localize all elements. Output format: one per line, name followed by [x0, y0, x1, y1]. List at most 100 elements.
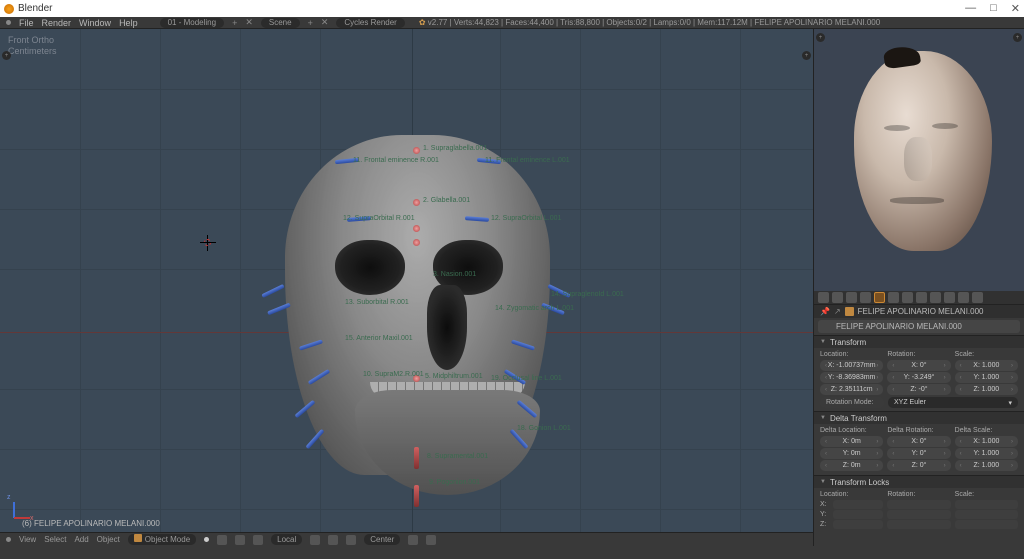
mode-selector[interactable]: Object Mode: [128, 534, 196, 545]
landmark-dot[interactable]: [413, 225, 420, 232]
view-projection-label: Front Ortho: [8, 35, 57, 46]
lock-rot-x[interactable]: [887, 500, 950, 509]
lock-loc-x[interactable]: [833, 500, 883, 509]
panel-locks-body: Location: Rotation: Scale: X: Y: Z:: [814, 488, 1024, 533]
snap-target-selector[interactable]: Center: [364, 534, 400, 545]
maximize-button[interactable]: □: [990, 2, 997, 15]
tab-particles[interactable]: [958, 292, 969, 303]
minimize-button[interactable]: —: [965, 2, 976, 15]
rotation-mode-dropdown[interactable]: XYZ Euler▾: [888, 397, 1018, 408]
tab-render-layers[interactable]: [832, 292, 843, 303]
lock-rot-y[interactable]: [887, 510, 950, 519]
rotation-z-field[interactable]: ‹Z: -0°›: [887, 384, 950, 395]
menu-window[interactable]: Window: [79, 18, 111, 28]
menu-file[interactable]: File: [19, 18, 34, 28]
layers-icon[interactable]: [235, 535, 245, 545]
region-toggle-left[interactable]: +: [2, 51, 11, 60]
region-toggle-left[interactable]: +: [816, 33, 825, 42]
lock-loc-y[interactable]: [833, 510, 883, 519]
editor-type-icon[interactable]: [6, 20, 11, 25]
close-button[interactable]: ✕: [1011, 2, 1020, 15]
delta-scale-label: Delta Scale:: [955, 427, 1018, 434]
scale-z-field[interactable]: ‹Z: 1.000›: [955, 384, 1018, 395]
delta-loc-y-field[interactable]: ‹Y: 0m›: [820, 448, 883, 459]
face-reconstruction-object[interactable]: [834, 45, 1004, 275]
location-x-field[interactable]: ‹X: -1.00737mm›: [820, 360, 883, 371]
tab-object[interactable]: [874, 292, 885, 303]
delta-rot-x-field[interactable]: ‹X: 0°›: [887, 436, 950, 447]
skull-object[interactable]: 1. Supraglabella.001 11. Frontal eminenc…: [255, 107, 585, 517]
object-name-field[interactable]: FELIPE APOLINARIO MELANI.000: [818, 320, 1020, 333]
lock-scl-y[interactable]: [955, 510, 1018, 519]
tab-scene[interactable]: [846, 292, 857, 303]
layout-add-button[interactable]: +: [232, 18, 237, 28]
scene-add-button[interactable]: +: [308, 18, 313, 28]
tab-render[interactable]: [818, 292, 829, 303]
landmark-dot[interactable]: [413, 147, 420, 154]
panel-locks-header[interactable]: Transform Locks: [814, 475, 1024, 488]
delta-scl-y-field[interactable]: ‹Y: 1.000›: [955, 448, 1018, 459]
tab-physics[interactable]: [972, 292, 983, 303]
scene-remove-button[interactable]: ✕: [321, 17, 329, 28]
tab-material[interactable]: [930, 292, 941, 303]
editor-type-icon[interactable]: [6, 537, 11, 542]
delta-rotation-label: Delta Rotation:: [887, 427, 950, 434]
lock-loc-z[interactable]: [833, 520, 883, 529]
landmark-pin[interactable]: [261, 284, 284, 298]
3d-viewport[interactable]: Front Ortho Centimeters + +: [0, 29, 813, 546]
object-icon: [824, 323, 832, 331]
viewport-menu-add[interactable]: Add: [74, 535, 88, 544]
menu-help[interactable]: Help: [119, 18, 138, 28]
landmark-dot[interactable]: [413, 199, 420, 206]
viewport-menu-view[interactable]: View: [19, 535, 36, 544]
panel-delta-header[interactable]: Delta Transform: [814, 411, 1024, 424]
scene-selector[interactable]: Scene: [261, 18, 300, 28]
rotation-y-field[interactable]: ‹Y: -3.249°›: [887, 372, 950, 383]
lock-scl-x[interactable]: [955, 500, 1018, 509]
layout-selector[interactable]: 01 - Modeling: [160, 18, 224, 28]
viewport-menu-object[interactable]: Object: [97, 535, 120, 544]
location-z-field[interactable]: ‹Z: 2.35111cm›: [820, 384, 883, 395]
lock-scl-z[interactable]: [955, 520, 1018, 529]
snap-element-icon[interactable]: [346, 535, 356, 545]
tab-data[interactable]: [916, 292, 927, 303]
landmark-bar[interactable]: [414, 447, 419, 469]
render-preview-icon[interactable]: [408, 535, 418, 545]
region-toggle-right[interactable]: +: [802, 51, 811, 60]
delta-loc-z-field[interactable]: ‹Z: 0m›: [820, 460, 883, 471]
snap-icon[interactable]: [253, 535, 263, 545]
viewport-menu-select[interactable]: Select: [44, 535, 66, 544]
render-engine-selector[interactable]: Cycles Render: [336, 18, 404, 28]
layout-remove-button[interactable]: ✕: [245, 17, 253, 28]
tab-texture[interactable]: [944, 292, 955, 303]
blender-app-icon: [4, 4, 14, 14]
gpencil-icon[interactable]: [426, 535, 436, 545]
scale-x-field[interactable]: ‹X: 1.000›: [955, 360, 1018, 371]
chain-icon[interactable]: ↗: [834, 307, 841, 316]
delta-scl-x-field[interactable]: ‹X: 1.000›: [955, 436, 1018, 447]
secondary-3d-viewport[interactable]: + +: [813, 29, 1024, 291]
lock-rot-z[interactable]: [887, 520, 950, 529]
menu-render[interactable]: Render: [42, 18, 72, 28]
manipulator-icon[interactable]: [310, 535, 320, 545]
location-y-field[interactable]: ‹Y: -8.36983mm›: [820, 372, 883, 383]
region-toggle-right[interactable]: +: [1013, 33, 1022, 42]
shading-mode-icon[interactable]: [204, 537, 209, 542]
delta-loc-x-field[interactable]: ‹X: 0m›: [820, 436, 883, 447]
delta-scl-z-field[interactable]: ‹Z: 1.000›: [955, 460, 1018, 471]
landmark-bar[interactable]: [414, 485, 419, 507]
delta-rot-z-field[interactable]: ‹Z: 0°›: [887, 460, 950, 471]
orientation-selector[interactable]: Local: [271, 534, 302, 545]
tab-constraints[interactable]: [888, 292, 899, 303]
landmark-dot[interactable]: [413, 239, 420, 246]
delta-rot-y-field[interactable]: ‹Y: 0°›: [887, 448, 950, 459]
pin-icon[interactable]: 📌: [820, 307, 830, 316]
panel-transform-header[interactable]: Transform: [814, 335, 1024, 348]
tab-modifiers[interactable]: [902, 292, 913, 303]
pivot-icon[interactable]: [217, 535, 227, 545]
proportional-icon[interactable]: [328, 535, 338, 545]
tab-world[interactable]: [860, 292, 871, 303]
view-info: Front Ortho Centimeters: [8, 35, 57, 57]
rotation-x-field[interactable]: ‹X: 0°›: [887, 360, 950, 371]
scale-y-field[interactable]: ‹Y: 1.000›: [955, 372, 1018, 383]
